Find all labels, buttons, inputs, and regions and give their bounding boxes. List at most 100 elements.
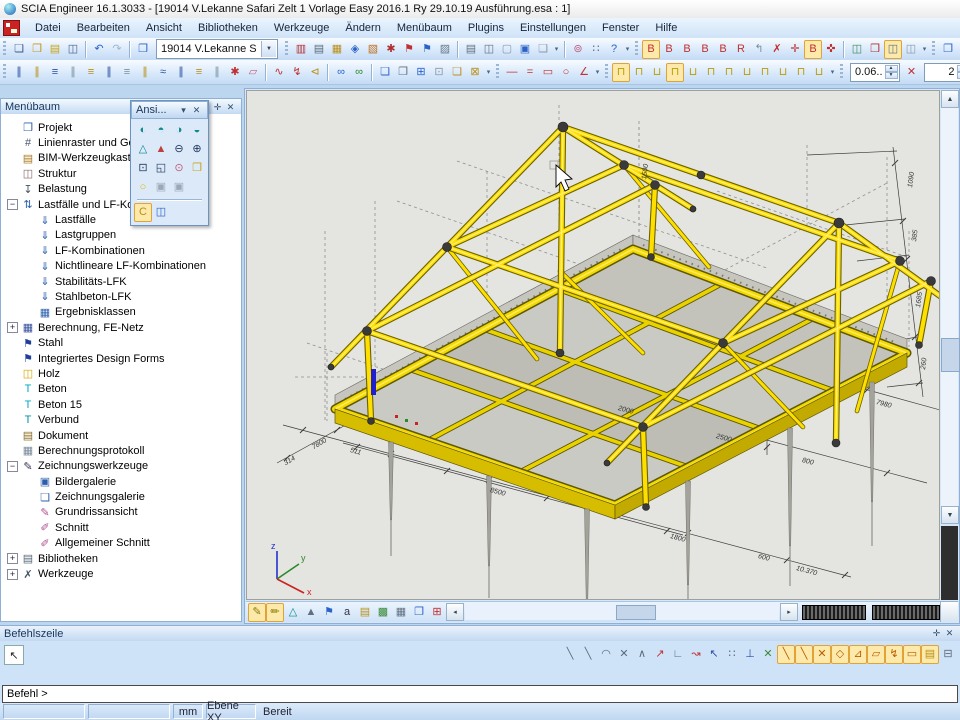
show-text-icon[interactable]: a xyxy=(338,603,356,622)
tree-item-grundrissansicht[interactable]: ✎Grundrissansicht xyxy=(1,505,241,520)
close-icon[interactable]: ✕ xyxy=(224,102,237,113)
select-all-icon[interactable]: B xyxy=(642,40,660,59)
image-capture-icon[interactable]: ▣ xyxy=(170,178,188,197)
beam-section-7-icon[interactable]: ⊓ xyxy=(720,63,738,82)
animation-scrollbar-1[interactable] xyxy=(802,605,866,620)
scroll-up-icon[interactable]: ▲ xyxy=(941,90,959,108)
view-side-icon[interactable]: ◑ xyxy=(170,121,188,140)
snap-grid-line-icon[interactable]: ▤ xyxy=(921,645,939,664)
polyline-edit-icon[interactable]: ∿ xyxy=(270,63,288,82)
menu-datei[interactable]: Datei xyxy=(27,20,69,36)
chevron-more-icon[interactable]: ▾ xyxy=(484,68,493,76)
view-top-icon[interactable]: ◐ xyxy=(134,121,152,140)
tree-item-beton[interactable]: TBeton xyxy=(1,382,241,397)
tree-expand-icon[interactable]: − xyxy=(7,461,18,472)
viewport-horizontal-scrollbar[interactable] xyxy=(465,604,779,620)
tree-item-dokument[interactable]: ▤Dokument xyxy=(1,428,241,443)
snap-point-icon[interactable]: ╲ xyxy=(579,645,597,664)
beam-section-11-icon[interactable]: ⊓ xyxy=(792,63,810,82)
beam-section-6-icon[interactable]: ⊓ xyxy=(702,63,720,82)
scroll-left-icon[interactable]: ◂ xyxy=(446,603,464,621)
select-beams-icon[interactable]: B xyxy=(660,40,678,59)
snap-line-icon[interactable]: ╲ xyxy=(561,645,579,664)
tree-item-lastgruppen[interactable]: ⇓Lastgruppen xyxy=(1,228,241,243)
snap-arc-icon[interactable]: ◠ xyxy=(597,645,615,664)
context-help-icon[interactable]: ? xyxy=(605,40,623,59)
vertical-scroll-thumb[interactable] xyxy=(941,338,960,372)
doc-grid-blue-icon[interactable]: ❐ xyxy=(410,603,428,622)
toolbar-grip[interactable] xyxy=(635,41,638,57)
dot-grid-icon[interactable]: ∷ xyxy=(587,40,605,59)
snap-orthopoints-icon[interactable]: ◇ xyxy=(831,645,849,664)
doc-grid-red-icon[interactable]: ⊞ xyxy=(428,603,446,622)
cursor-mode-icon[interactable]: ↖ xyxy=(705,645,723,664)
axonometry-icon[interactable]: △ xyxy=(134,140,152,159)
zoom-selection-icon[interactable]: ⊙ xyxy=(170,159,188,178)
new-project-icon[interactable]: ❏ xyxy=(10,40,28,59)
beam-section-9-icon[interactable]: ⊓ xyxy=(756,63,774,82)
snap-cross-icon[interactable]: ✕ xyxy=(759,645,777,664)
zoom-in-icon[interactable]: ⊕ xyxy=(188,140,206,159)
menu-fenster[interactable]: Fenster xyxy=(594,20,647,36)
slab-insert-icon[interactable]: ≡ xyxy=(82,63,100,82)
wall-insert-icon[interactable]: ∥ xyxy=(100,63,118,82)
solver-icon[interactable]: ✱ xyxy=(382,40,400,59)
menu-bearbeiten[interactable]: Bearbeiten xyxy=(69,20,138,36)
animation-scrollbar-2[interactable] xyxy=(872,605,940,620)
eraser-icon[interactable]: ⊲ xyxy=(306,63,324,82)
select-lock-icon[interactable]: B xyxy=(696,40,714,59)
curve-edit-icon[interactable]: ≈ xyxy=(154,63,172,82)
array-copy-icon[interactable]: ⊞ xyxy=(412,63,430,82)
scroll-down-icon[interactable]: ▼ xyxy=(941,506,959,524)
link-green-icon[interactable]: ∞ xyxy=(350,63,368,82)
toolbar-grip[interactable] xyxy=(840,64,843,80)
snap-perpendicular-icon[interactable]: ∟ xyxy=(669,645,687,664)
chevron-more-icon[interactable]: ▾ xyxy=(623,45,632,53)
draw-angle-icon[interactable]: ∠ xyxy=(575,63,593,82)
flag-blue-icon[interactable]: ⚑ xyxy=(418,40,436,59)
spinner-down-icon[interactable]: ▼ xyxy=(957,72,960,79)
status-unit[interactable]: mm xyxy=(173,704,203,719)
project-selector[interactable]: 19014 V.Lekanne S ▼ xyxy=(156,39,278,59)
render-mode-icon[interactable]: ◫ xyxy=(152,203,170,222)
beam-section-3-icon[interactable]: ⊔ xyxy=(648,63,666,82)
erase-part-icon[interactable]: ▱ xyxy=(244,63,262,82)
view-front-icon[interactable]: ◓ xyxy=(152,121,170,140)
beam-section-4-icon[interactable]: ⊓ xyxy=(666,63,684,82)
tree-item-berechnungsprotokoll[interactable]: ▦Berechnungsprotokoll xyxy=(1,443,241,458)
beam-section-12-icon[interactable]: ⊔ xyxy=(810,63,828,82)
show-model-icon[interactable]: ▦ xyxy=(392,603,410,622)
shaded-icon[interactable]: ✏ xyxy=(266,603,284,622)
toolbar-grip[interactable] xyxy=(932,41,935,57)
document-icon[interactable]: ▢ xyxy=(498,40,516,59)
flag-red-icon[interactable]: ⚑ xyxy=(400,40,418,59)
options-icon[interactable]: ▨ xyxy=(436,40,454,59)
draw-circle-icon[interactable]: ○ xyxy=(557,63,575,82)
undo-icon[interactable]: ↶ xyxy=(90,40,108,59)
spinner-up-icon[interactable]: ▲ xyxy=(957,65,960,72)
snap-size-spinner[interactable]: 0.06.. ▲▼ xyxy=(850,63,900,82)
tree-item-bibliotheken[interactable]: +▤Bibliotheken xyxy=(1,551,241,566)
wall-delete-icon[interactable]: ≡ xyxy=(118,63,136,82)
open-project-icon[interactable]: ❒ xyxy=(28,40,46,59)
menu-ndern[interactable]: Ändern xyxy=(337,20,388,36)
calculator-icon[interactable]: ▦ xyxy=(328,40,346,59)
column-insert-icon[interactable]: ∥ xyxy=(10,63,28,82)
tree-expand-icon[interactable]: + xyxy=(7,569,18,580)
beam-insert-icon[interactable]: ≡ xyxy=(46,63,64,82)
tree-expand-icon[interactable]: + xyxy=(7,553,18,564)
select-restore-icon[interactable]: R xyxy=(732,40,750,59)
copy-blue-icon[interactable]: ❏ xyxy=(376,63,394,82)
move-icon[interactable]: ⊡ xyxy=(430,63,448,82)
snap-box-icon[interactable]: ▭ xyxy=(903,645,921,664)
tree-item-allgemeiner-schnitt[interactable]: ✐Allgemeiner Schnitt xyxy=(1,536,241,551)
snap-vector-icon[interactable]: ↗ xyxy=(651,645,669,664)
pin-icon[interactable]: ✛ xyxy=(930,628,943,639)
select-add-icon[interactable]: B xyxy=(678,40,696,59)
chevron-more-icon[interactable]: ▾ xyxy=(552,45,561,53)
node-delete-icon[interactable]: ✕ xyxy=(903,63,921,82)
spinner-up-icon[interactable]: ▲ xyxy=(885,65,898,72)
print-preview-icon[interactable]: ◫ xyxy=(480,40,498,59)
save-view-icon[interactable]: ◫ xyxy=(848,40,866,59)
colors-palette-icon[interactable]: C xyxy=(134,203,152,222)
